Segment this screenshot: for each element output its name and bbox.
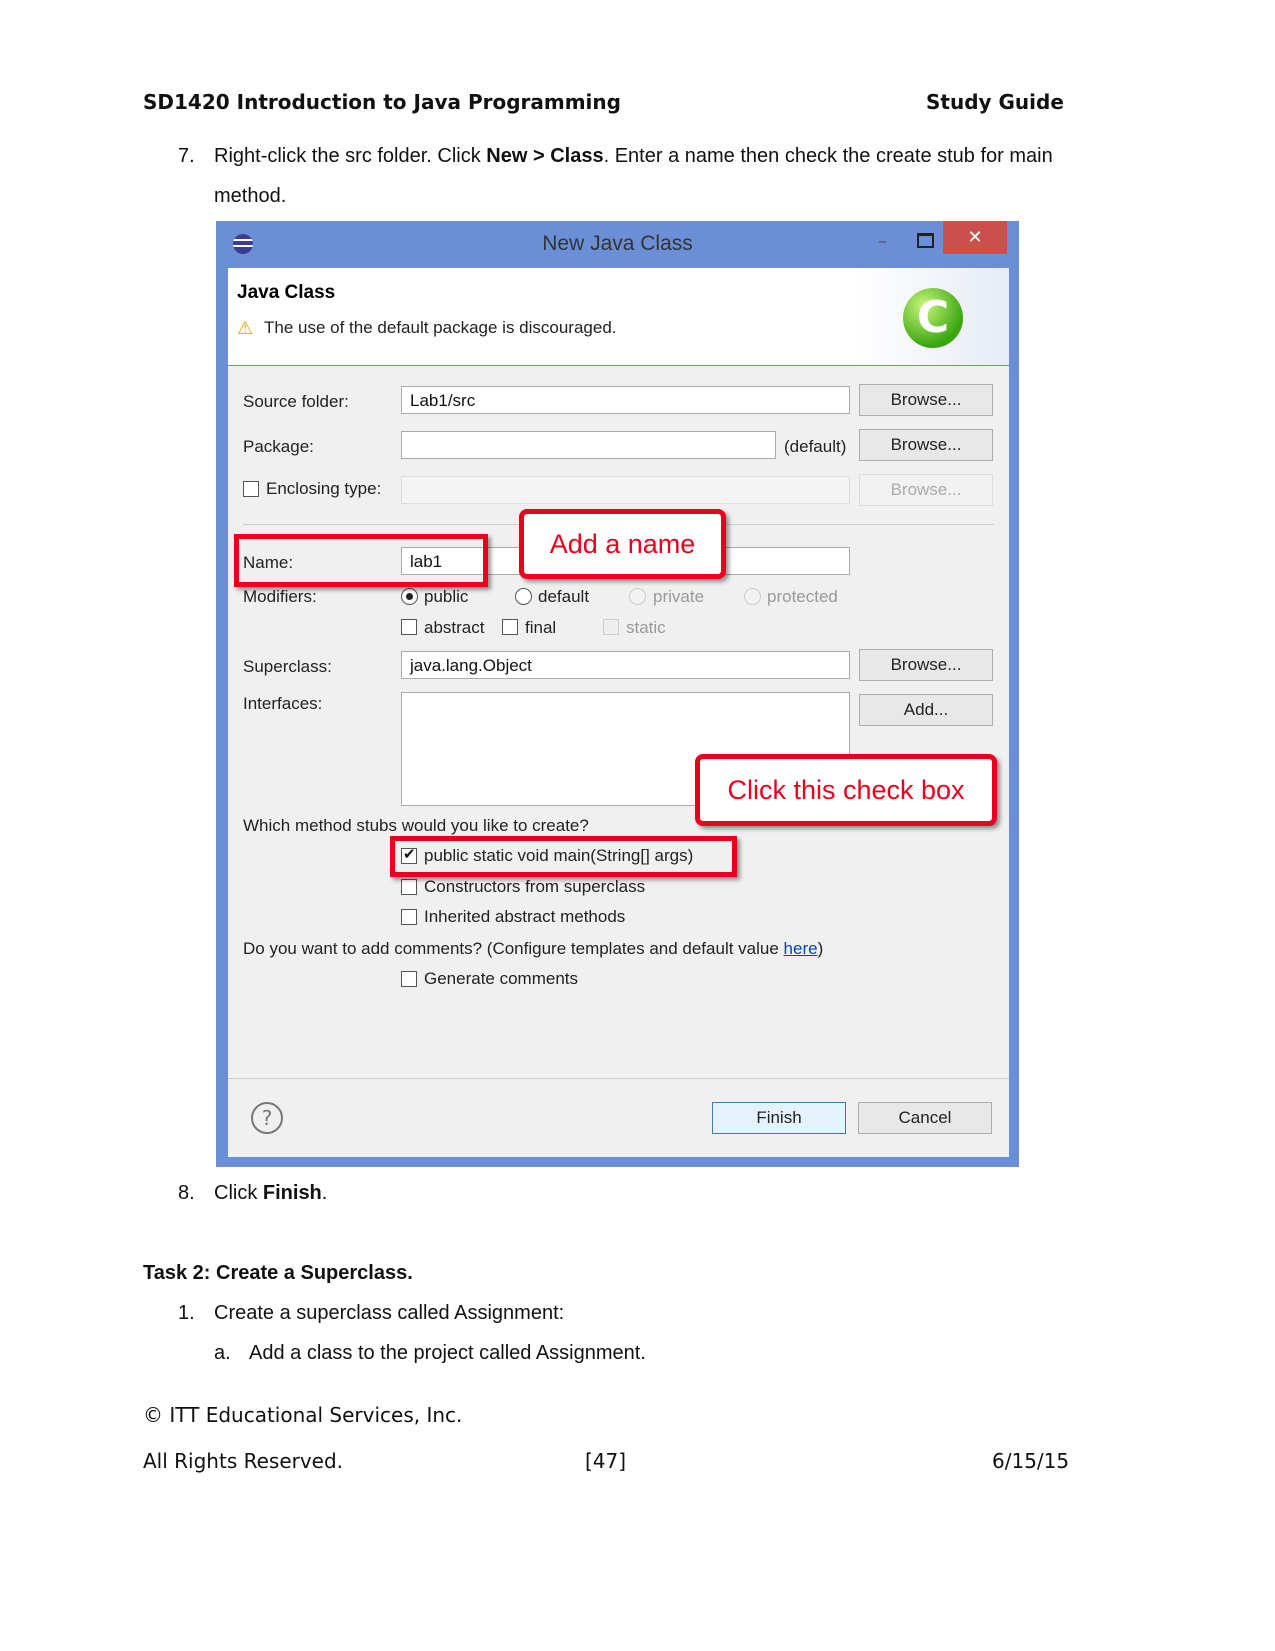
browse-source-button[interactable]: Browse... (859, 384, 993, 416)
constructors-checkbox[interactable] (401, 879, 417, 895)
task-2-title: Task 2: Create a Superclass. (143, 1262, 413, 1284)
dialog-banner: Java Class ⚠ The use of the default pack… (228, 268, 1009, 365)
interfaces-label: Interfaces: (243, 694, 323, 713)
step-8-text: Click Finish. (214, 1182, 328, 1204)
generate-comments-label: Generate comments (424, 969, 579, 988)
name-highlight (234, 534, 488, 587)
warning-icon: ⚠ (237, 318, 254, 339)
sub-item-letter: a. (214, 1342, 231, 1364)
add-interface-button[interactable]: Add... (859, 694, 993, 726)
stubs-question: Which method stubs would you like to cre… (243, 816, 589, 835)
browse-superclass-button[interactable]: Browse... (859, 649, 993, 681)
package-default-label: (default) (784, 437, 847, 456)
constructors-label: Constructors from superclass (424, 877, 646, 896)
finish-button[interactable]: Finish (712, 1102, 846, 1134)
cancel-button[interactable]: Cancel (858, 1102, 992, 1134)
page-number: [47] (585, 1449, 627, 1473)
radio-public[interactable] (401, 588, 418, 605)
package-input[interactable] (401, 431, 776, 459)
task-2-item-1: Create a superclass called Assignment: (214, 1302, 565, 1324)
superclass-label: Superclass: (243, 657, 332, 676)
browse-enclosing-button: Browse... (859, 474, 993, 506)
dialog-title: New Java Class (542, 232, 693, 255)
radio-private (629, 588, 646, 605)
main-stub-highlight (390, 836, 737, 877)
class-icon: C (903, 288, 963, 348)
step-7-text-cont: method. (214, 185, 287, 207)
radio-protected-label: protected (767, 587, 838, 606)
help-icon[interactable]: ? (251, 1102, 283, 1134)
inherited-checkbox[interactable] (401, 909, 417, 925)
radio-private-label: private (653, 587, 705, 606)
package-label: Package: (243, 437, 314, 456)
new-java-class-dialog: New Java Class – ✕ Java Class ⚠ The use … (216, 221, 1019, 1167)
radio-default-label: default (538, 587, 590, 606)
radio-public-label: public (424, 587, 469, 606)
comments-question: Do you want to add comments? (Configure … (243, 939, 824, 958)
callout-add-name: Add a name (519, 509, 726, 579)
warning-text: The use of the default package is discou… (264, 318, 617, 337)
final-label: final (525, 618, 557, 637)
enclosing-type-label: Enclosing type: (266, 479, 382, 498)
abstract-label: abstract (424, 618, 485, 637)
copyright: © ITT Educational Services, Inc. (143, 1403, 463, 1427)
callout-check-box: Click this check box (695, 754, 997, 826)
abstract-checkbox[interactable] (401, 619, 417, 635)
radio-protected (744, 588, 761, 605)
browse-package-button[interactable]: Browse... (859, 429, 993, 461)
guide-label: Study Guide (926, 90, 1064, 114)
minimize-button[interactable]: – (878, 231, 887, 252)
inherited-label: Inherited abstract methods (424, 907, 626, 926)
footer-separator (228, 1078, 1009, 1079)
date: 6/15/15 (992, 1449, 1070, 1473)
configure-templates-link[interactable]: here (784, 939, 818, 958)
modifiers-label: Modifiers: (243, 587, 317, 606)
step-number: 7. (178, 145, 195, 167)
superclass-input[interactable]: java.lang.Object (401, 651, 850, 679)
step-number: 1. (178, 1302, 195, 1324)
section-title: Java Class (237, 282, 336, 303)
static-checkbox (603, 619, 619, 635)
static-label: static (626, 618, 666, 637)
document-page: SD1420 Introduction to Java Programming … (0, 0, 1275, 1651)
final-checkbox[interactable] (502, 619, 518, 635)
course-title: SD1420 Introduction to Java Programming (143, 90, 621, 114)
generate-comments-checkbox[interactable] (401, 971, 417, 987)
enclosing-type-checkbox[interactable] (243, 481, 259, 497)
source-folder-input[interactable]: Lab1/src (401, 386, 850, 414)
radio-default[interactable] (515, 588, 532, 605)
enclosing-type-input (401, 476, 850, 504)
maximize-button[interactable] (917, 233, 934, 248)
rights: All Rights Reserved. (143, 1449, 344, 1473)
step-7-text: Right-click the src folder. Click New > … (214, 145, 1053, 167)
source-folder-label: Source folder: (243, 392, 349, 411)
task-2-item-a: Add a class to the project called Assign… (249, 1342, 646, 1364)
step-number: 8. (178, 1182, 195, 1204)
close-button[interactable]: ✕ (943, 221, 1007, 254)
